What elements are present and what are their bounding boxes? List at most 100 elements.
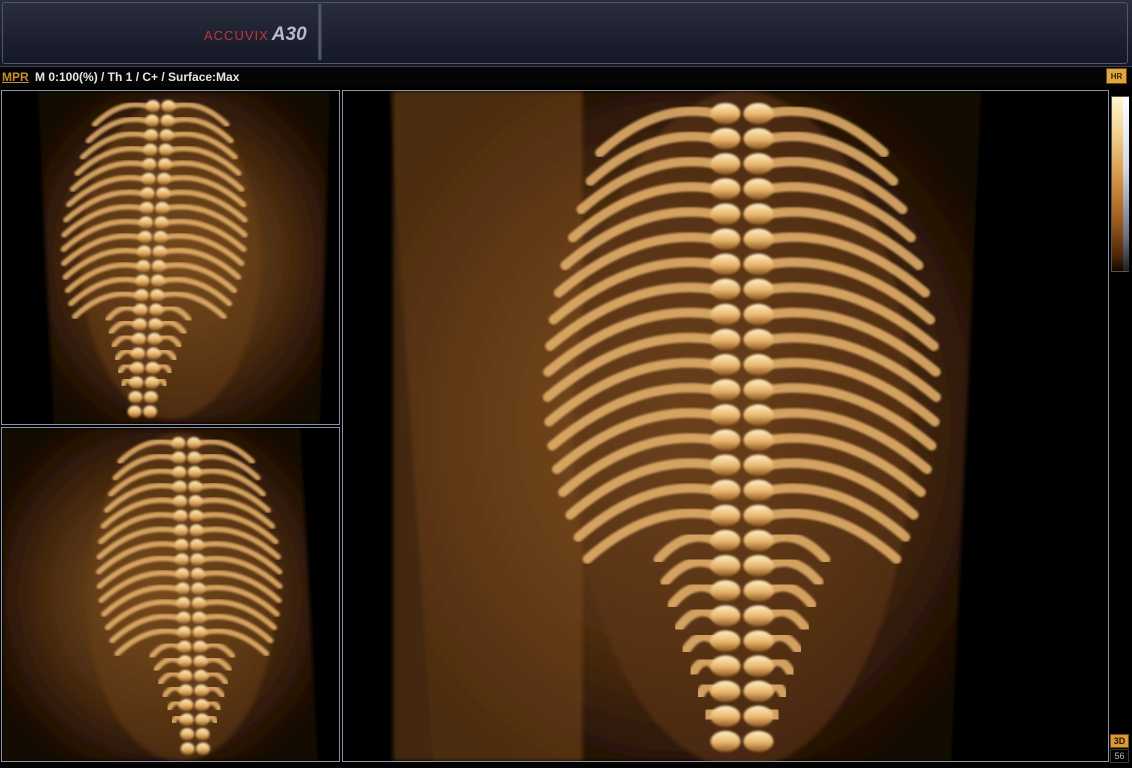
viewport-bottom-left[interactable] — [1, 427, 340, 762]
vertebra — [136, 260, 151, 273]
vertebra — [156, 187, 170, 200]
vertebra — [710, 605, 741, 627]
vertebra — [743, 504, 774, 526]
vertebra — [127, 405, 142, 418]
vertebra — [190, 553, 205, 566]
vertebra — [140, 187, 155, 200]
vertebra — [710, 529, 741, 552]
frame-number: 56 — [1110, 749, 1129, 763]
vertebra — [743, 354, 774, 376]
vertebra — [135, 274, 150, 287]
vertebra — [743, 630, 774, 652]
hr-icon-label: HR — [1110, 71, 1123, 81]
vertebra — [171, 451, 186, 464]
vertebra — [157, 158, 172, 171]
vertebra — [743, 605, 774, 627]
vertebra — [743, 730, 774, 753]
vertebra — [192, 640, 207, 654]
gray-map-bar — [1123, 97, 1129, 271]
vertebra — [743, 479, 774, 501]
vertebra — [191, 597, 206, 610]
vertebra — [132, 318, 147, 331]
vertebra — [710, 630, 741, 652]
mode-3d-badge[interactable]: 3D — [1110, 734, 1129, 748]
vertebra — [710, 655, 741, 677]
vertebra — [156, 172, 171, 186]
vertebra — [186, 437, 201, 450]
vertebra — [710, 354, 741, 376]
vertebra — [710, 680, 741, 702]
vertebra — [180, 728, 195, 741]
vertebra — [710, 303, 741, 326]
vertebra — [153, 231, 168, 244]
vertebra — [743, 329, 774, 351]
vertebra — [142, 405, 157, 418]
vertebra — [131, 347, 146, 360]
vertebra — [187, 466, 202, 479]
vertebra — [195, 728, 210, 741]
vertebra — [145, 361, 160, 375]
spine-render-top-left — [2, 91, 339, 424]
vertebra — [710, 278, 741, 300]
vertebra — [128, 391, 143, 404]
vertebra — [710, 555, 741, 577]
vertebra — [171, 437, 186, 450]
vertebra — [188, 480, 203, 493]
vertebra — [743, 379, 774, 401]
vertebra — [144, 376, 159, 389]
vertebra — [159, 129, 174, 142]
vertebra — [743, 203, 774, 225]
vertebra — [146, 100, 160, 113]
viewport-top-left[interactable] — [1, 90, 340, 425]
vertebra — [710, 429, 741, 451]
vertebra — [173, 495, 188, 508]
hr-toggle-icon[interactable]: HR — [1106, 68, 1127, 84]
vertebra — [177, 626, 192, 639]
vertebra — [194, 698, 209, 712]
vertebra — [710, 504, 741, 526]
viewport-main[interactable] — [342, 90, 1109, 762]
vertebra — [174, 524, 189, 537]
vertebra — [158, 143, 173, 156]
vertebra — [155, 201, 170, 215]
vertebra — [172, 480, 187, 493]
render-params-text: M 0:100(%) / Th 1 / C+ / Surface:Max — [35, 70, 240, 84]
vertebra — [132, 332, 146, 346]
vertebra — [173, 509, 188, 523]
vertebra — [195, 713, 210, 726]
vertebra — [710, 404, 741, 426]
vertebra — [143, 143, 158, 156]
vertebra — [178, 684, 193, 697]
vertebra — [193, 655, 208, 668]
vertebra — [152, 245, 167, 258]
vertebra — [193, 669, 208, 683]
vertebra — [192, 626, 207, 639]
vertebra — [743, 303, 774, 326]
vertebra — [710, 730, 741, 753]
vertebra — [189, 524, 204, 537]
vertebra — [710, 128, 741, 150]
vertebra — [141, 172, 156, 186]
vertebra — [134, 289, 149, 302]
logo-word: ACCUVIX — [204, 28, 269, 43]
mode-tab-mpr[interactable]: MPR — [2, 70, 29, 84]
vertebra — [743, 580, 774, 602]
vertebra — [176, 597, 191, 610]
vertebra — [743, 178, 774, 200]
vertebra — [175, 582, 190, 595]
vertebra — [710, 102, 741, 125]
product-logo: ACCUVIX A30 — [204, 24, 307, 46]
spine-render-main — [343, 91, 1108, 761]
vertebra — [192, 611, 206, 624]
vertebra — [743, 555, 774, 577]
vertebra — [144, 129, 159, 142]
vertebra — [174, 538, 189, 552]
vertebra — [147, 332, 162, 346]
vertebra — [179, 713, 194, 726]
vertebra — [129, 376, 144, 389]
vertebra — [150, 274, 165, 287]
vertebra — [743, 253, 774, 275]
vertebra — [143, 391, 158, 404]
vertebra — [743, 680, 774, 702]
vertebra — [710, 705, 741, 727]
